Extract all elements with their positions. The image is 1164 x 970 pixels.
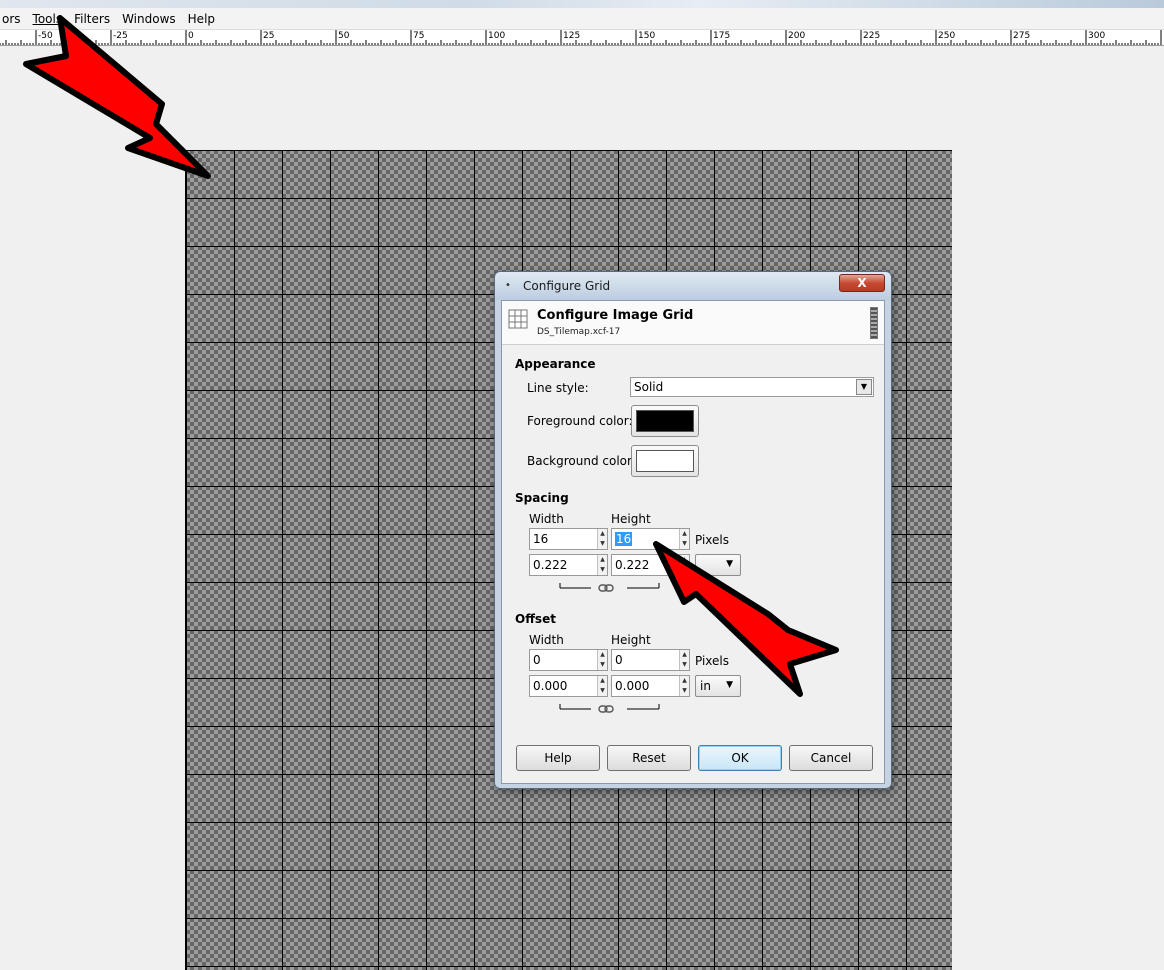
ruler-label: 25 [263, 31, 275, 41]
help-button[interactable]: Help [516, 745, 600, 771]
menu-bar: ors Tools Filters Windows Help [0, 8, 1164, 30]
offset-section-title: Offset [515, 612, 556, 626]
spacing-pixels-label: Pixels [695, 533, 730, 547]
foreground-color-swatch [636, 410, 694, 432]
spacing-height-in-input[interactable]: 0.222 ▲ ▼ [611, 554, 690, 576]
offset-width-px-input[interactable]: 0 ▲ ▼ [529, 649, 608, 671]
ruler-label: -25 [113, 31, 128, 41]
spacing-width-in-input[interactable]: 0.222 ▲ ▼ [529, 554, 608, 576]
dialog-body: Configure Image Grid DS_Tilemap.xcf-17 A… [501, 300, 885, 784]
ruler-label: 75 [413, 31, 425, 41]
ruler-label: 225 [863, 31, 881, 41]
dialog-heading: Configure Image Grid [537, 308, 694, 323]
spacing-width-px-value: 16 [533, 532, 549, 546]
ruler-label: 50 [338, 31, 350, 41]
menu-filters[interactable]: Filters [68, 8, 116, 30]
spin-arrows-icon[interactable]: ▲ ▼ [679, 529, 689, 549]
spacing-chain-link-icon[interactable] [559, 581, 663, 593]
offset-chain-link-icon[interactable] [559, 702, 663, 714]
spacing-height-px-input[interactable]: 16 ▲ ▼ [611, 528, 690, 550]
spin-arrows-icon[interactable]: ▲ ▼ [679, 555, 689, 575]
spin-arrows-icon[interactable]: ▲ ▼ [597, 529, 607, 549]
offset-height-in-value: 0.000 [615, 679, 650, 693]
dialog-window-icon: • [505, 280, 511, 291]
offset-unit-select[interactable]: in ▼ [695, 675, 741, 697]
menu-tools-label: Tools [32, 11, 63, 26]
menu-windows[interactable]: Windows [116, 8, 182, 30]
ruler-label: 150 [638, 31, 656, 41]
background-color-label: Background color: [527, 454, 636, 468]
offset-width-px-value: 0 [533, 653, 541, 667]
ruler-label: 125 [563, 31, 581, 41]
ruler-label: 275 [1013, 31, 1031, 41]
spin-arrows-icon[interactable]: ▲ ▼ [597, 555, 607, 575]
menu-tools[interactable]: Tools [27, 8, 69, 30]
line-style-value: Solid [634, 380, 664, 394]
spacing-width-px-input[interactable]: 16 ▲ ▼ [529, 528, 608, 550]
foreground-color-button[interactable] [631, 405, 699, 437]
offset-width-in-input[interactable]: 0.000 ▲ ▼ [529, 675, 608, 697]
chevron-down-icon: ▼ [726, 680, 733, 690]
spin-arrows-icon[interactable]: ▲ ▼ [597, 650, 607, 670]
spin-arrows-icon[interactable]: ▲ ▼ [597, 676, 607, 696]
offset-height-px-value: 0 [615, 653, 623, 667]
offset-width-in-value: 0.000 [533, 679, 568, 693]
spacing-width-label: Width [529, 512, 564, 526]
ruler-label: -50 [38, 31, 53, 41]
offset-height-in-input[interactable]: 0.000 ▲ ▼ [611, 675, 690, 697]
menu-help[interactable]: Help [182, 8, 221, 30]
line-style-select[interactable]: Solid ▼ [630, 377, 874, 397]
ruler-label: 175 [713, 31, 731, 41]
grid-icon [508, 309, 528, 329]
background-color-button[interactable] [631, 445, 699, 477]
ruler-label: 250 [938, 31, 956, 41]
ruler-label: 200 [788, 31, 806, 41]
spin-arrows-icon[interactable]: ▲ ▼ [679, 676, 689, 696]
ruler-ticks [0, 30, 1162, 45]
ok-button[interactable]: OK [698, 745, 782, 771]
horizontal-ruler[interactable]: -50 -25 0 25 50 75 100 125 150 175 200 225 250 275 300 [0, 30, 1164, 46]
dialog-image-name: DS_Tilemap.xcf-17 [537, 327, 621, 337]
reset-button[interactable]: Reset [607, 745, 691, 771]
ruler-label: 300 [1088, 31, 1106, 41]
chevron-down-icon: ▼ [856, 379, 872, 395]
appearance-section-title: Appearance [515, 357, 596, 371]
chevron-down-icon: ▼ [726, 559, 733, 569]
spacing-section-title: Spacing [515, 491, 569, 505]
offset-unit-value: in [700, 679, 711, 693]
offset-pixels-label: Pixels [695, 654, 730, 668]
dialog-header: Configure Image Grid DS_Tilemap.xcf-17 [502, 301, 884, 345]
background-color-swatch [636, 450, 694, 472]
spacing-height-px-value: 16 [615, 532, 633, 546]
dock-handle-icon[interactable] [870, 307, 878, 339]
offset-height-px-input[interactable]: 0 ▲ ▼ [611, 649, 690, 671]
offset-height-label: Height [611, 633, 651, 647]
configure-grid-dialog: • Configure Grid X Configure Image Grid … [494, 271, 892, 789]
offset-width-label: Width [529, 633, 564, 647]
foreground-color-label: Foreground color: [527, 414, 633, 428]
ruler-label: 0 [188, 31, 194, 41]
spacing-unit-select[interactable]: ▼ [695, 554, 741, 576]
dialog-close-button[interactable]: X [839, 274, 885, 292]
line-style-label: Line style: [527, 381, 589, 395]
spacing-width-in-value: 0.222 [533, 558, 568, 572]
ruler-label: 100 [488, 31, 506, 41]
dialog-title-bar[interactable]: • Configure Grid X [495, 272, 891, 300]
spacing-height-in-value: 0.222 [615, 558, 650, 572]
menu-colors[interactable]: ors [0, 8, 27, 30]
cancel-button[interactable]: Cancel [789, 745, 873, 771]
dialog-window-title: Configure Grid [523, 279, 611, 293]
spin-arrows-icon[interactable]: ▲ ▼ [679, 650, 689, 670]
spacing-height-label: Height [611, 512, 651, 526]
